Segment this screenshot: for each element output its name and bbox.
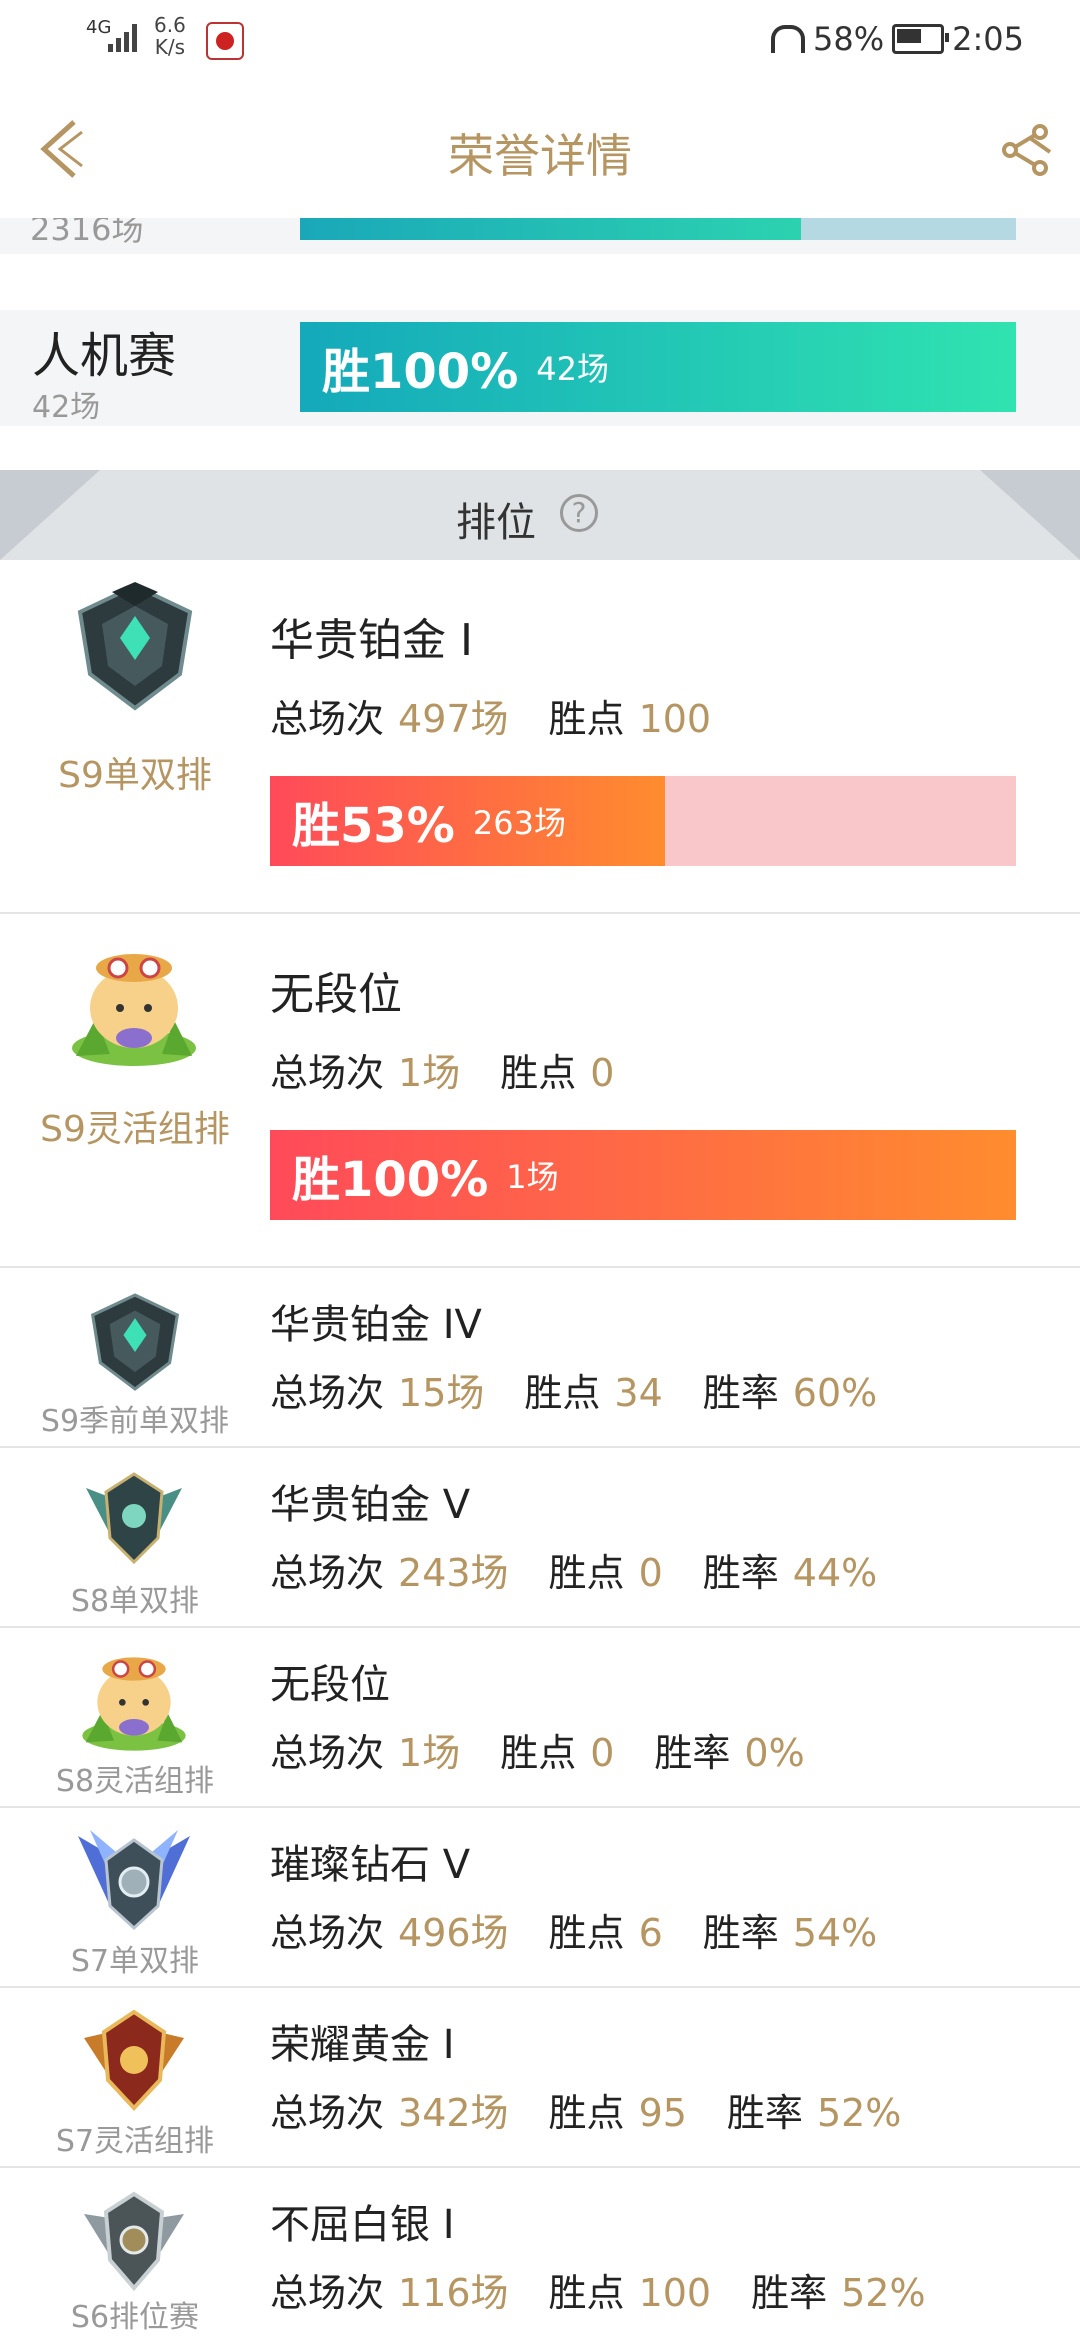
rank-stats: 总场次 15场 胜点 34 胜率 60% (270, 1371, 878, 1415)
win-percent: 胜53% (292, 798, 455, 854)
rank-total: 497场 (398, 697, 509, 741)
network-speed: 6.6 K/s (154, 13, 186, 59)
honor-detail-screen: 4G 6.6 K/s 58% 2:05 荣誉详情 2316场 人机赛 42场 胜… (0, 0, 1080, 2340)
partial-mode-row: 2316场 (0, 218, 1080, 254)
bot-win-percent: 胜100% (322, 344, 519, 400)
win-games: 1场 (506, 1158, 559, 1196)
win-games: 263场 (472, 804, 566, 842)
bot-match-row[interactable]: 人机赛 42场 胜100% 42场 (0, 310, 1080, 426)
rank-tier: 不屈白银 I (270, 2202, 455, 2248)
rank-stats: 总场次 342场 胜点 95 胜率 52% (270, 2091, 902, 2135)
partial-win-fill (300, 218, 802, 240)
status-bar: 4G 6.6 K/s 58% 2:05 (0, 0, 1080, 80)
rank-stats: 总场次 1场 胜点 0 (270, 1051, 615, 1095)
rank-tier: 华贵铂金 IV (270, 1302, 482, 1348)
battery-icon (892, 24, 950, 54)
teemo-emblem-icon (72, 954, 196, 1066)
diamond-emblem-icon (78, 1830, 190, 1931)
rank-season-label: S9灵活组排 (40, 1109, 230, 1150)
rank-tier: 华贵铂金 V (270, 1482, 471, 1528)
rank-points: 0 (590, 1051, 615, 1095)
bot-match-name: 人机赛 (32, 328, 177, 384)
top-nav: 荣誉详情 (0, 80, 1080, 218)
platinum-emblem-icon (90, 1293, 180, 1391)
bot-win-games: 42场 (536, 350, 610, 388)
rank-card-s9-flex[interactable]: S9灵活组排 无段位 总场次 1场 胜点 0 胜100% 1场 (0, 914, 1080, 1268)
clock: 2:05 (952, 20, 1024, 58)
partial-mode-count: 2316场 (30, 218, 144, 248)
headset-icon (771, 25, 806, 53)
rank-total: 1场 (398, 1051, 461, 1095)
rank-season-label: S7单双排 (70, 1944, 200, 1979)
battery-percent: 58% (813, 20, 885, 58)
status-right: 58% 2:05 (771, 20, 1024, 58)
help-icon[interactable]: ? (560, 494, 598, 532)
rank-tier: 璀璨钻石 V (270, 1842, 471, 1888)
rank-stats: 总场次 497场 胜点 100 (270, 697, 712, 741)
rank-stats: 总场次 496场 胜点 6 胜率 54% (270, 1911, 878, 1955)
rank-tier: 无段位 (270, 969, 402, 1020)
ranked-section-title: 排位 (456, 500, 536, 546)
rank-row-s8-flex[interactable]: S8灵活组排 无段位 总场次 1场 胜点 0 胜率 0% (0, 1628, 1080, 1808)
teemo-emblem-icon (82, 1657, 186, 1751)
win-percent: 胜100% (292, 1152, 489, 1208)
rank-row-s7-solo[interactable]: S7单双排 璀璨钻石 V 总场次 496场 胜点 6 胜率 54% (0, 1808, 1080, 1988)
rank-season-label: S7灵活组排 (55, 2124, 215, 2159)
signal-icon (108, 22, 140, 52)
rank-stats: 总场次 243场 胜点 0 胜率 44% (270, 1551, 878, 1595)
rank-row-s8-solo[interactable]: S8单双排 华贵铂金 V 总场次 243场 胜点 0 胜率 44% (0, 1448, 1080, 1628)
rank-card-s9-solo[interactable]: S9单双排 华贵铂金 I 总场次 497场 胜点 100 胜53% 263场 (0, 560, 1080, 914)
rank-tier: 无段位 (270, 1662, 390, 1708)
platinum-emblem-icon (77, 582, 193, 711)
rank-stats: 总场次 116场 胜点 100 胜率 52% (270, 2271, 926, 2315)
rank-row-s7-flex[interactable]: S7灵活组排 荣耀黄金 I 总场次 342场 胜点 95 胜率 52% (0, 1988, 1080, 2168)
app-notification-icon (206, 22, 244, 60)
win-rate-bar: 胜100% 1场 (270, 1130, 1016, 1220)
rank-season-label: S9单双排 (58, 755, 212, 796)
rank-points: 100 (638, 697, 712, 741)
rank-row-s9-preseason[interactable]: S9季前单双排 华贵铂金 IV 总场次 15场 胜点 34 胜率 60% (0, 1268, 1080, 1448)
silver-emblem-icon (84, 2191, 184, 2292)
ranked-section-header: 排位 ? (0, 470, 1080, 560)
rank-season-label: S8单双排 (70, 1584, 200, 1619)
rank-tier: 华贵铂金 I (270, 615, 473, 666)
rank-stats: 总场次 1场 胜点 0 胜率 0% (270, 1731, 805, 1775)
rank-season-label: S6排位赛 (70, 2300, 200, 2335)
rank-season-label: S9季前单双排 (40, 1404, 230, 1439)
rank-row-s6[interactable]: S6排位赛 不屈白银 I 总场次 116场 胜点 100 胜率 52% (0, 2168, 1080, 2340)
rank-season-label: S8灵活组排 (55, 1764, 215, 1799)
page-title: 荣誉详情 (448, 129, 632, 183)
partial-win-bar (300, 218, 1016, 240)
platinum-winged-emblem-icon (86, 1472, 182, 1565)
win-rate-bar: 胜53% 263场 (270, 776, 1016, 866)
bot-match-count: 42场 (32, 390, 101, 425)
rank-tier: 荣耀黄金 I (270, 2022, 455, 2068)
gold-emblem-icon (84, 2009, 184, 2111)
share-icon[interactable] (996, 120, 1056, 180)
bot-match-win-bar: 胜100% 42场 (300, 322, 1016, 412)
